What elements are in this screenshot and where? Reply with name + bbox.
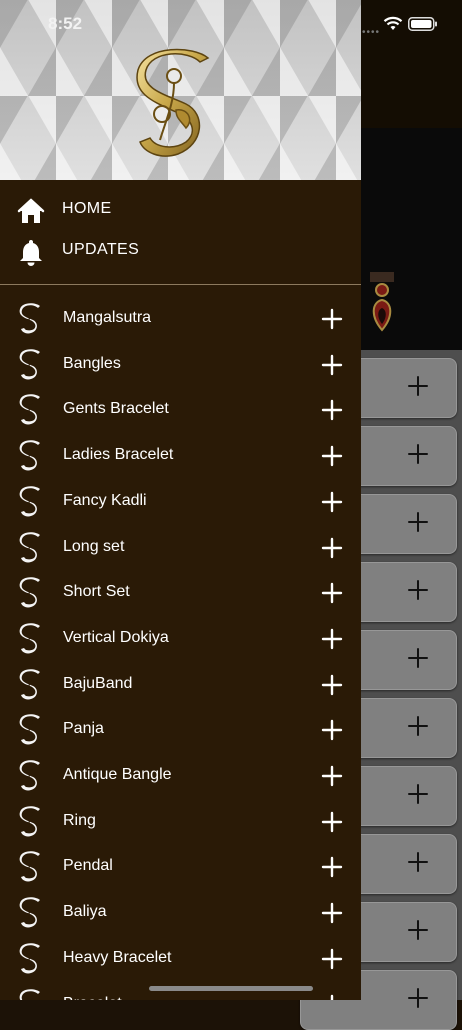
expand-plus-icon[interactable] — [320, 947, 344, 971]
category-label: Long set — [63, 537, 125, 555]
bell-icon — [20, 240, 42, 266]
pendant-image — [370, 272, 394, 332]
status-bar: 8:52 •••• — [0, 0, 462, 48]
home-indicator[interactable] — [149, 986, 313, 991]
expand-plus-icon[interactable] — [320, 307, 344, 331]
plus-icon — [404, 848, 432, 876]
category-label: Bracelet — [63, 995, 122, 1001]
s-logo-icon — [18, 668, 44, 701]
expand-plus-icon[interactable] — [320, 353, 344, 377]
plus-icon — [404, 576, 432, 604]
s-logo-icon — [18, 531, 44, 564]
category-item[interactable]: Pendal — [0, 845, 361, 889]
drawer-divider — [0, 284, 361, 285]
expand-plus-icon[interactable] — [320, 490, 344, 514]
category-label: Ring — [63, 811, 96, 829]
s-logo-icon — [18, 988, 44, 1000]
category-label: Fancy Kadli — [63, 491, 147, 509]
expand-plus-icon[interactable] — [320, 764, 344, 788]
category-item[interactable]: Antique Bangle — [0, 754, 361, 798]
status-time: 8:52 — [48, 14, 83, 33]
category-label: Panja — [63, 720, 104, 738]
s-logo-icon — [18, 760, 44, 792]
category-label: Gents Bracelet — [63, 400, 169, 418]
s-logo-icon — [18, 897, 44, 929]
category-item[interactable]: Ladies Bracelet — [0, 434, 361, 478]
s-logo-icon — [18, 394, 44, 426]
menu-label-home: HOME — [62, 200, 112, 217]
s-logo-icon — [18, 851, 44, 883]
category-label: Mangalsutra — [63, 309, 152, 326]
s-logo-icon — [18, 805, 44, 838]
category-item[interactable]: Bangles — [0, 343, 361, 387]
menu-label-updates: UPDATES — [62, 241, 140, 258]
menu-item-updates[interactable]: UPDATES — [0, 232, 361, 272]
signal-dots-icon: •••• — [362, 27, 381, 38]
expand-plus-icon[interactable] — [320, 444, 344, 468]
category-label: Bangles — [63, 354, 121, 372]
expand-plus-icon[interactable] — [320, 901, 344, 925]
s-logo-icon — [18, 577, 44, 609]
wifi-icon — [383, 16, 403, 30]
category-item[interactable]: Gents Bracelet — [0, 388, 361, 432]
category-item[interactable]: Ring — [0, 800, 361, 844]
s-logo-icon — [18, 303, 44, 335]
s-logo-icon — [18, 623, 44, 655]
category-label: Heavy Bracelet — [63, 948, 172, 966]
category-label: Antique Bangle — [63, 766, 172, 783]
battery-icon — [408, 17, 437, 31]
category-item[interactable]: Panja — [0, 708, 361, 752]
category-label: Baliya — [63, 903, 107, 921]
plus-icon — [404, 984, 432, 1012]
category-label: BajuBand — [63, 674, 133, 692]
category-label: Vertical Dokiya — [63, 628, 169, 646]
plus-icon — [404, 440, 432, 468]
plus-icon — [404, 508, 432, 536]
expand-plus-icon[interactable] — [320, 810, 344, 834]
plus-icon — [404, 644, 432, 672]
expand-plus-icon[interactable] — [320, 718, 344, 742]
category-label: Pendal — [63, 857, 113, 875]
s-logo-icon — [18, 440, 44, 472]
s-logo-icon — [18, 348, 44, 381]
expand-plus-icon[interactable] — [320, 993, 344, 1000]
navigation-drawer: HOME UPDATES Mangalsutra Bangles Gents Bra… — [0, 0, 361, 1000]
plus-icon — [404, 780, 432, 808]
s-logo-icon — [18, 943, 44, 975]
category-item[interactable]: Baliya — [0, 891, 361, 935]
s-logo-icon — [18, 714, 44, 746]
plus-icon — [404, 916, 432, 944]
category-item[interactable]: Mangalsutra — [0, 297, 361, 341]
expand-plus-icon[interactable] — [320, 627, 344, 651]
expand-plus-icon[interactable] — [320, 855, 344, 879]
category-item[interactable]: Vertical Dokiya — [0, 617, 361, 661]
expand-plus-icon[interactable] — [320, 398, 344, 422]
expand-plus-icon[interactable] — [320, 536, 344, 560]
home-icon — [17, 198, 45, 223]
category-item[interactable]: BajuBand — [0, 663, 361, 707]
s-logo-icon — [18, 486, 44, 518]
expand-plus-icon[interactable] — [320, 673, 344, 697]
category-item[interactable]: Fancy Kadli — [0, 480, 361, 524]
category-item[interactable]: Heavy Bracelet — [0, 937, 361, 981]
plus-icon — [404, 712, 432, 740]
category-label: Short Set — [63, 583, 130, 601]
expand-plus-icon[interactable] — [320, 581, 344, 605]
category-item[interactable]: Short Set — [0, 571, 361, 615]
s-monogram-logo-icon — [136, 48, 210, 157]
category-label: Ladies Bracelet — [63, 446, 174, 464]
category-item[interactable]: Long set — [0, 526, 361, 570]
plus-icon — [404, 372, 432, 400]
menu-item-home[interactable]: HOME — [0, 191, 361, 231]
